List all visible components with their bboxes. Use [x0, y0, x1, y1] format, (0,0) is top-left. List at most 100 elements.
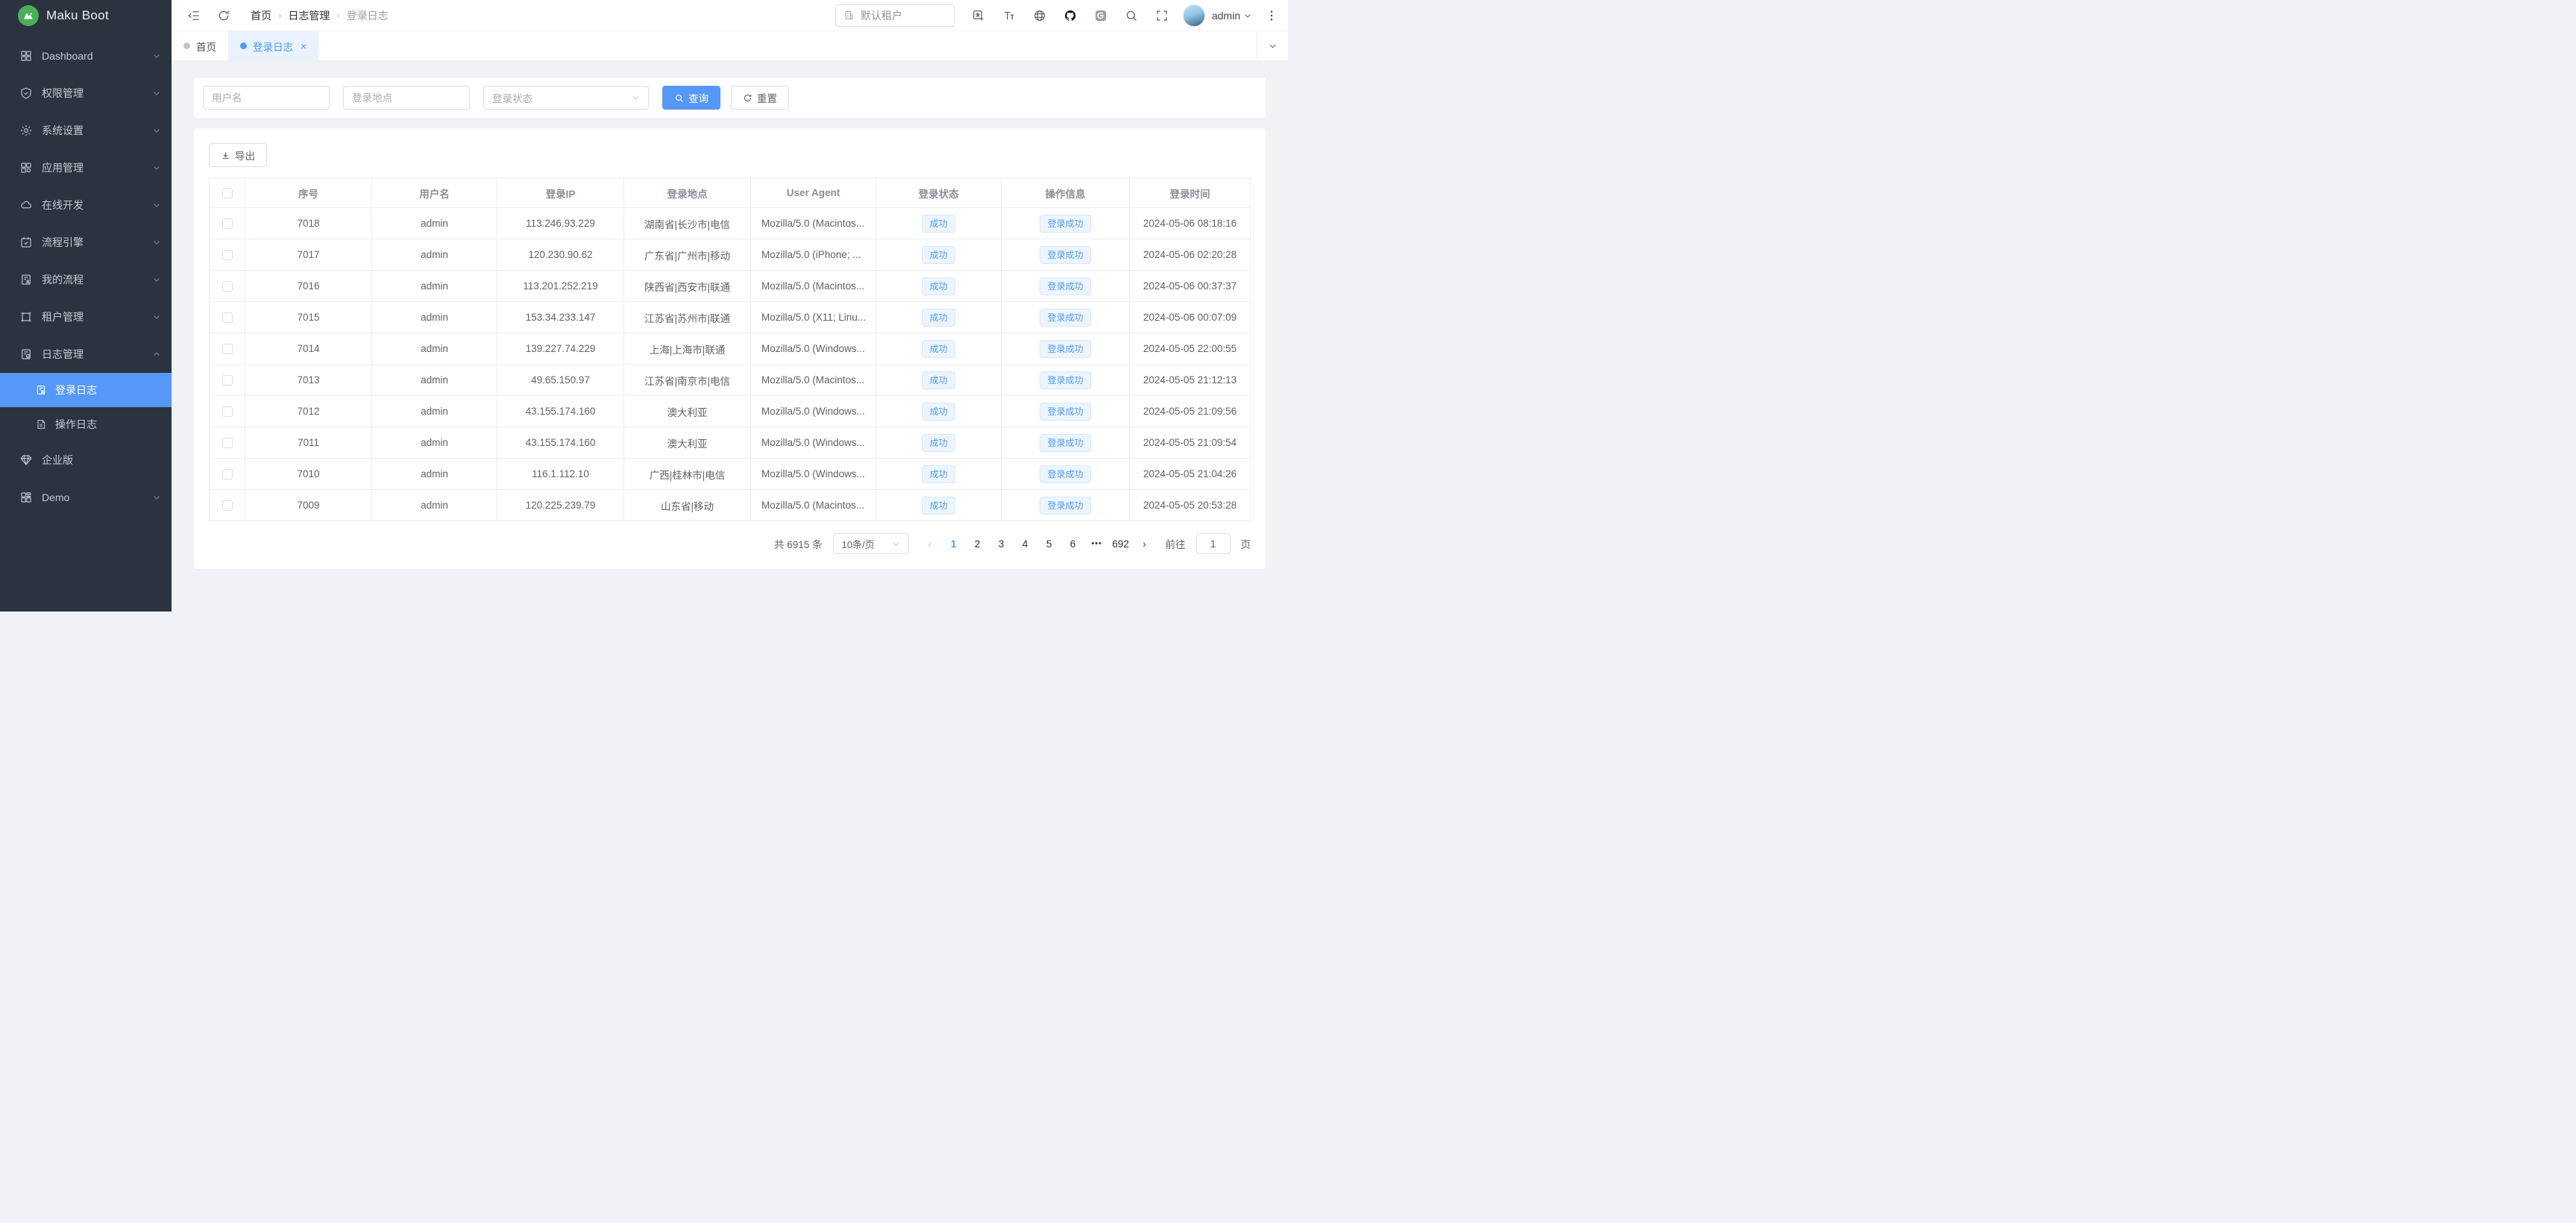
sidebar-item-label: 应用管理	[42, 160, 143, 175]
username-input[interactable]	[203, 86, 330, 110]
refresh-icon	[743, 93, 753, 103]
more-pages-button[interactable]: •••	[1087, 533, 1108, 554]
row-checkbox[interactable]	[222, 406, 233, 417]
page-number[interactable]: 4	[1015, 533, 1036, 554]
global-search-button[interactable]	[1124, 8, 1139, 23]
export-button[interactable]: 导出	[209, 143, 267, 167]
sidebar-item-label: 日志管理	[42, 347, 143, 362]
cell-user-agent: Mozilla/5.0 (Macintos...	[751, 490, 876, 521]
row-checkbox[interactable]	[222, 375, 233, 386]
sidebar-item-enterprise[interactable]: 企业版	[0, 441, 172, 479]
operation-badge: 登录成功	[1040, 309, 1090, 327]
tab-list-dropdown-button[interactable]	[1257, 31, 1288, 60]
sidebar-item-login-log[interactable]: 登录日志	[0, 373, 172, 407]
sidebar-item-permissions[interactable]: 权限管理	[0, 75, 172, 112]
row-checkbox[interactable]	[222, 469, 233, 480]
page-number[interactable]: 6	[1063, 533, 1084, 554]
search-button[interactable]: 查询	[662, 86, 720, 110]
row-checkbox[interactable]	[222, 500, 233, 511]
refresh-icon	[217, 9, 230, 22]
goto-unit-label: 页	[1241, 536, 1251, 551]
prev-page-button[interactable]: ‹	[920, 533, 940, 554]
select-all-checkbox[interactable]	[222, 188, 233, 198]
breadcrumb-log-management[interactable]: 日志管理	[288, 8, 330, 23]
cell-location: 澳大利亚	[624, 427, 751, 459]
sidebar-item-demo[interactable]: Demo	[0, 479, 172, 516]
tab-login-log[interactable]: 登录日志 ×	[228, 31, 318, 60]
sidebar-item-dashboard[interactable]: Dashboard	[0, 37, 172, 75]
grid-icon	[19, 49, 33, 63]
col-header-location: 登录地点	[624, 178, 751, 208]
user-name[interactable]: admin	[1212, 10, 1240, 22]
cell-user-agent: Mozilla/5.0 (Macintos...	[751, 208, 876, 239]
col-header-status: 登录状态	[876, 178, 1002, 208]
cell-username: admin	[372, 271, 497, 302]
reset-button[interactable]: 重置	[731, 86, 789, 110]
cell-username: admin	[372, 427, 497, 459]
sidebar-item-tenant-management[interactable]: 租户管理	[0, 298, 172, 336]
brand[interactable]: Maku Boot	[0, 0, 172, 31]
next-page-button[interactable]: ›	[1134, 533, 1155, 554]
cell-ip: 120.230.90.62	[497, 239, 624, 271]
row-checkbox[interactable]	[222, 312, 233, 323]
cell-location: 山东省|移动	[624, 490, 751, 521]
row-checkbox[interactable]	[222, 218, 233, 229]
collapse-sidebar-button[interactable]	[186, 8, 201, 23]
sidebar-item-label: 流程引擎	[42, 235, 143, 250]
search-icon	[674, 93, 684, 103]
brand-title: Maku Boot	[46, 8, 109, 23]
sidebar-item-operation-log[interactable]: 操作日志	[0, 407, 172, 441]
breadcrumb-login-log: 登录日志	[347, 8, 389, 23]
font-size-icon	[1002, 9, 1016, 22]
chevron-down-icon	[892, 540, 900, 548]
avatar[interactable]	[1183, 4, 1205, 27]
login-status-select[interactable]: 登录状态	[483, 86, 649, 110]
page-size-select[interactable]: 10条/页	[833, 533, 909, 554]
sidebar-item-workflow-engine[interactable]: 流程引擎	[0, 224, 172, 261]
goto-label: 前往	[1166, 536, 1186, 551]
shield-check-icon	[19, 87, 33, 100]
breadcrumb-home[interactable]: 首页	[251, 8, 271, 23]
sidebar-item-log-management[interactable]: 日志管理	[0, 336, 172, 373]
sidebar-item-label: Demo	[42, 491, 143, 503]
row-checkbox[interactable]	[222, 438, 233, 448]
status-badge: 成功	[922, 277, 955, 295]
page-number[interactable]: 692	[1110, 533, 1131, 554]
github-link[interactable]	[1063, 8, 1078, 23]
chevron-down-icon[interactable]	[1243, 11, 1252, 20]
cell-ip: 49.65.150.97	[497, 365, 624, 396]
cell-ip: 43.155.174.160	[497, 396, 624, 427]
sidebar-item-my-workflow[interactable]: 我的流程	[0, 261, 172, 298]
font-size-button[interactable]	[1002, 8, 1017, 23]
calendar-check-icon	[19, 236, 33, 249]
operation-badge: 登录成功	[1040, 277, 1090, 295]
page-number[interactable]: 5	[1039, 533, 1060, 554]
row-checkbox[interactable]	[222, 281, 233, 292]
fullscreen-button[interactable]	[1155, 8, 1169, 23]
sidebar-item-online-dev[interactable]: 在线开发	[0, 186, 172, 224]
cell-ip: 153.34.233.147	[497, 302, 624, 333]
tab-home[interactable]: 首页	[172, 31, 228, 60]
page-number[interactable]: 1	[943, 533, 964, 554]
login-location-input[interactable]	[343, 86, 470, 110]
tab-close-icon[interactable]: ×	[301, 40, 307, 52]
page-number[interactable]: 2	[967, 533, 988, 554]
translate-button[interactable]	[971, 8, 986, 23]
gitee-link[interactable]	[1093, 8, 1108, 23]
goto-page-input[interactable]	[1196, 533, 1231, 554]
more-settings-button[interactable]	[1264, 8, 1279, 23]
tenant-select[interactable]: 默认租户	[835, 4, 955, 27]
cell-user-agent: Mozilla/5.0 (Macintos...	[751, 271, 876, 302]
sidebar-item-system-settings[interactable]: 系统设置	[0, 112, 172, 149]
refresh-button[interactable]	[216, 8, 231, 23]
page-number[interactable]: 3	[991, 533, 1012, 554]
cell-ip: 120.225.239.79	[497, 490, 624, 521]
sidebar-item-app-management[interactable]: 应用管理	[0, 149, 172, 186]
chevron-down-icon	[152, 275, 161, 284]
chevron-down-icon	[152, 312, 161, 321]
language-button[interactable]	[1032, 8, 1047, 23]
cell-user-agent: Mozilla/5.0 (Windows...	[751, 427, 876, 459]
row-checkbox[interactable]	[222, 250, 233, 260]
table-row: 7012 admin 43.155.174.160 澳大利亚 Mozilla/5…	[210, 396, 1251, 427]
row-checkbox[interactable]	[222, 344, 233, 354]
